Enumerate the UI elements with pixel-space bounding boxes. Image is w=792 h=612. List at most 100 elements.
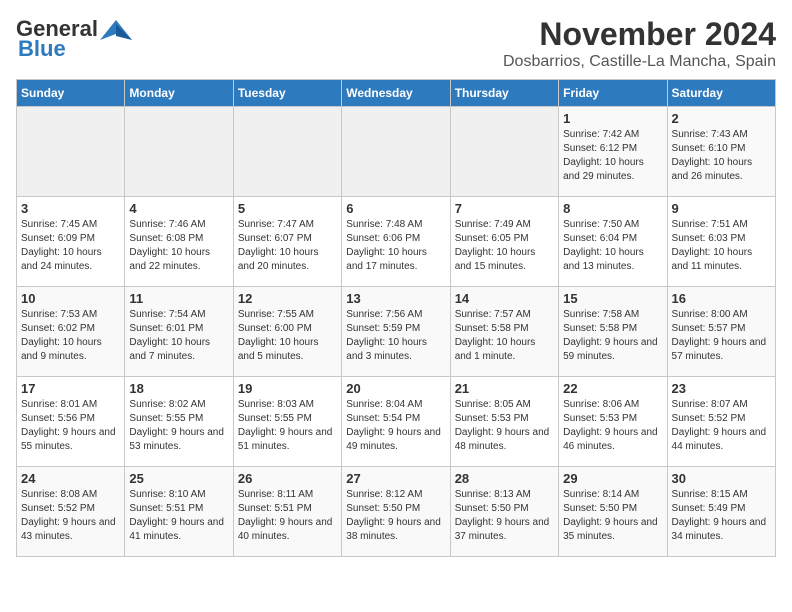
calendar-cell: 30Sunrise: 8:15 AM Sunset: 5:49 PM Dayli… (667, 467, 775, 557)
day-info: Sunrise: 8:10 AM Sunset: 5:51 PM Dayligh… (129, 488, 228, 544)
day-info: Sunrise: 7:42 AM Sunset: 6:12 PM Dayligh… (563, 128, 662, 184)
calendar-cell (233, 107, 341, 197)
week-row-2: 3Sunrise: 7:45 AM Sunset: 6:09 PM Daylig… (17, 197, 776, 287)
month-year-title: November 2024 (503, 16, 776, 53)
calendar-cell: 11 Sunrise: 7:54 AM Sunset: 6:01 PM Dayli… (125, 287, 233, 377)
page-header: General Blue November 2024 Dosbarrios, C… (16, 16, 776, 71)
day-info: Sunrise: 8:12 AM Sunset: 5:50 PM Dayligh… (346, 488, 445, 544)
day-info: Sunrise: 7:56 AM Sunset: 5:59 PM Dayligh… (346, 308, 445, 364)
day-info: Sunrise: 7:54 AM Sunset: 6:01 PM Dayligh… (129, 308, 228, 364)
day-info: Sunrise: 7:57 AM Sunset: 5:58 PM Dayligh… (455, 308, 554, 364)
week-row-4: 17 Sunrise: 8:01 AM Sunset: 5:56 PM Dayli… (17, 377, 776, 467)
calendar-cell: 6 Sunrise: 7:48 AM Sunset: 6:06 PM Daylig… (342, 197, 450, 287)
week-row-5: 24 Sunrise: 8:08 AM Sunset: 5:52 PM Dayli… (17, 467, 776, 557)
week-row-3: 10Sunrise: 7:53 AM Sunset: 6:02 PM Dayli… (17, 287, 776, 377)
calendar-cell: 5Sunrise: 7:47 AM Sunset: 6:07 PM Daylig… (233, 197, 341, 287)
logo: General Blue (16, 16, 132, 62)
day-info: Sunrise: 8:14 AM Sunset: 5:50 PM Dayligh… (563, 488, 662, 544)
calendar-cell: 14 Sunrise: 7:57 AM Sunset: 5:58 PM Dayli… (450, 287, 558, 377)
logo-blue-text: Blue (18, 36, 66, 62)
calendar-cell: 17 Sunrise: 8:01 AM Sunset: 5:56 PM Dayli… (17, 377, 125, 467)
day-number: 17 (21, 381, 120, 396)
calendar-cell: 16 Sunrise: 8:00 AM Sunset: 5:57 PM Dayli… (667, 287, 775, 377)
weekday-header-saturday: Saturday (667, 80, 775, 107)
calendar-cell: 20 Sunrise: 8:04 AM Sunset: 5:54 PM Dayli… (342, 377, 450, 467)
weekday-header-wednesday: Wednesday (342, 80, 450, 107)
calendar-cell: 29 Sunrise: 8:14 AM Sunset: 5:50 PM Dayli… (559, 467, 667, 557)
calendar-cell: 26Sunrise: 8:11 AM Sunset: 5:51 PM Dayli… (233, 467, 341, 557)
title-block: November 2024 Dosbarrios, Castille-La Ma… (503, 16, 776, 71)
calendar-cell: 23 Sunrise: 8:07 AM Sunset: 5:52 PM Dayli… (667, 377, 775, 467)
calendar-cell (125, 107, 233, 197)
day-number: 11 (129, 291, 228, 306)
day-info: Sunrise: 8:07 AM Sunset: 5:52 PM Dayligh… (672, 398, 771, 454)
calendar-cell: 13 Sunrise: 7:56 AM Sunset: 5:59 PM Dayli… (342, 287, 450, 377)
calendar-cell: 2 Sunrise: 7:43 AM Sunset: 6:10 PM Daylig… (667, 107, 775, 197)
day-number: 6 (346, 201, 445, 216)
day-number: 13 (346, 291, 445, 306)
calendar-cell: 24 Sunrise: 8:08 AM Sunset: 5:52 PM Dayli… (17, 467, 125, 557)
day-info: Sunrise: 8:00 AM Sunset: 5:57 PM Dayligh… (672, 308, 771, 364)
day-number: 14 (455, 291, 554, 306)
day-number: 24 (21, 471, 120, 486)
calendar-cell: 28 Sunrise: 8:13 AM Sunset: 5:50 PM Dayli… (450, 467, 558, 557)
day-info: Sunrise: 7:58 AM Sunset: 5:58 PM Dayligh… (563, 308, 662, 364)
day-number: 18 (129, 381, 228, 396)
weekday-header-monday: Monday (125, 80, 233, 107)
day-number: 16 (672, 291, 771, 306)
week-row-1: 1Sunrise: 7:42 AM Sunset: 6:12 PM Daylig… (17, 107, 776, 197)
day-number: 10 (21, 291, 120, 306)
day-info: Sunrise: 7:48 AM Sunset: 6:06 PM Dayligh… (346, 218, 445, 274)
calendar-cell: 15 Sunrise: 7:58 AM Sunset: 5:58 PM Dayli… (559, 287, 667, 377)
calendar-cell: 19 Sunrise: 8:03 AM Sunset: 5:55 PM Dayli… (233, 377, 341, 467)
day-number: 26 (238, 471, 337, 486)
day-number: 9 (672, 201, 771, 216)
weekday-header-sunday: Sunday (17, 80, 125, 107)
day-number: 30 (672, 471, 771, 486)
calendar-cell: 18Sunrise: 8:02 AM Sunset: 5:55 PM Dayli… (125, 377, 233, 467)
day-info: Sunrise: 7:51 AM Sunset: 6:03 PM Dayligh… (672, 218, 771, 274)
day-info: Sunrise: 7:46 AM Sunset: 6:08 PM Dayligh… (129, 218, 228, 274)
calendar-cell: 27 Sunrise: 8:12 AM Sunset: 5:50 PM Dayli… (342, 467, 450, 557)
day-info: Sunrise: 8:01 AM Sunset: 5:56 PM Dayligh… (21, 398, 120, 454)
day-number: 28 (455, 471, 554, 486)
day-number: 20 (346, 381, 445, 396)
day-number: 4 (129, 201, 228, 216)
day-number: 19 (238, 381, 337, 396)
calendar-cell: 1Sunrise: 7:42 AM Sunset: 6:12 PM Daylig… (559, 107, 667, 197)
day-number: 25 (129, 471, 228, 486)
day-info: Sunrise: 7:45 AM Sunset: 6:09 PM Dayligh… (21, 218, 120, 274)
day-number: 15 (563, 291, 662, 306)
day-info: Sunrise: 8:03 AM Sunset: 5:55 PM Dayligh… (238, 398, 337, 454)
day-number: 2 (672, 111, 771, 126)
calendar-cell: 4 Sunrise: 7:46 AM Sunset: 6:08 PM Daylig… (125, 197, 233, 287)
calendar-cell: 9 Sunrise: 7:51 AM Sunset: 6:03 PM Daylig… (667, 197, 775, 287)
weekday-header-row: SundayMondayTuesdayWednesdayThursdayFrid… (17, 80, 776, 107)
day-number: 7 (455, 201, 554, 216)
calendar-cell: 7 Sunrise: 7:49 AM Sunset: 6:05 PM Daylig… (450, 197, 558, 287)
day-number: 21 (455, 381, 554, 396)
calendar-cell: 22 Sunrise: 8:06 AM Sunset: 5:53 PM Dayli… (559, 377, 667, 467)
day-info: Sunrise: 8:06 AM Sunset: 5:53 PM Dayligh… (563, 398, 662, 454)
calendar-cell: 8Sunrise: 7:50 AM Sunset: 6:04 PM Daylig… (559, 197, 667, 287)
day-number: 29 (563, 471, 662, 486)
weekday-header-friday: Friday (559, 80, 667, 107)
day-number: 8 (563, 201, 662, 216)
day-number: 27 (346, 471, 445, 486)
day-number: 12 (238, 291, 337, 306)
calendar-cell: 25 Sunrise: 8:10 AM Sunset: 5:51 PM Dayli… (125, 467, 233, 557)
logo-bird-icon (100, 18, 132, 40)
day-number: 23 (672, 381, 771, 396)
calendar-cell: 3Sunrise: 7:45 AM Sunset: 6:09 PM Daylig… (17, 197, 125, 287)
day-info: Sunrise: 8:08 AM Sunset: 5:52 PM Dayligh… (21, 488, 120, 544)
day-info: Sunrise: 7:47 AM Sunset: 6:07 PM Dayligh… (238, 218, 337, 274)
calendar-cell (17, 107, 125, 197)
calendar-cell (450, 107, 558, 197)
day-info: Sunrise: 8:04 AM Sunset: 5:54 PM Dayligh… (346, 398, 445, 454)
day-info: Sunrise: 7:49 AM Sunset: 6:05 PM Dayligh… (455, 218, 554, 274)
day-info: Sunrise: 8:13 AM Sunset: 5:50 PM Dayligh… (455, 488, 554, 544)
day-number: 22 (563, 381, 662, 396)
weekday-header-tuesday: Tuesday (233, 80, 341, 107)
day-info: Sunrise: 7:55 AM Sunset: 6:00 PM Dayligh… (238, 308, 337, 364)
day-info: Sunrise: 7:43 AM Sunset: 6:10 PM Dayligh… (672, 128, 771, 184)
